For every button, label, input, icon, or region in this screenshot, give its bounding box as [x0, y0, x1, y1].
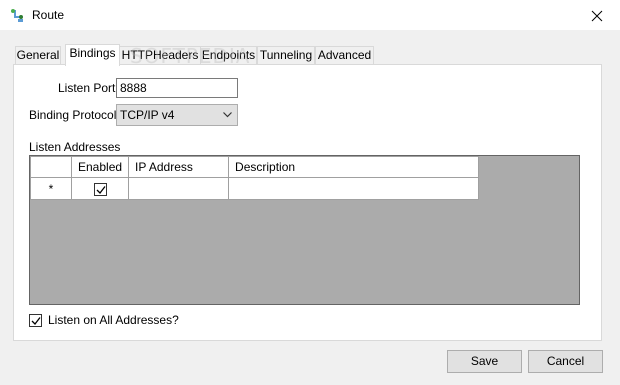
close-icon	[591, 10, 603, 21]
listen-port-label: Listen Port	[58, 81, 116, 95]
listen-port-input[interactable]: 8888	[116, 78, 238, 98]
route-app-icon	[9, 8, 25, 24]
tab-general[interactable]: General	[15, 46, 61, 65]
cancel-button[interactable]: Cancel	[528, 350, 603, 373]
enabled-checkbox[interactable]	[93, 182, 107, 196]
chevron-down-icon	[223, 112, 232, 118]
listen-all-label: Listen on All Addresses?	[48, 313, 179, 327]
watermark: SOFTPEDIA	[130, 44, 251, 68]
binding-protocol-select[interactable]: TCP/IP v4	[116, 104, 238, 126]
column-header-ip-address[interactable]: IP Address	[128, 156, 230, 178]
grid-header-row: Enabled IP Address Description	[30, 156, 480, 178]
binding-protocol-value: TCP/IP v4	[120, 108, 175, 122]
table-row: *	[30, 177, 480, 200]
close-button[interactable]	[574, 0, 620, 31]
new-row-marker[interactable]: *	[30, 177, 72, 200]
tab-advanced[interactable]: Advanced	[315, 46, 374, 65]
binding-protocol-label: Binding Protocol	[29, 108, 117, 122]
listen-addresses-label: Listen Addresses	[29, 140, 121, 154]
grid-table: Enabled IP Address Description *	[30, 156, 480, 200]
enabled-cell[interactable]	[70, 177, 130, 200]
listen-all-checkbox[interactable]	[29, 314, 42, 327]
checkmark-icon	[31, 317, 41, 325]
checkmark-icon	[96, 185, 106, 194]
listen-addresses-grid[interactable]: Enabled IP Address Description *	[29, 155, 580, 305]
column-header-description[interactable]: Description	[228, 156, 480, 178]
tab-bindings[interactable]: Bindings	[65, 44, 120, 66]
title-bar: Route	[0, 0, 620, 31]
tab-tunneling[interactable]: Tunneling	[257, 46, 315, 65]
save-button[interactable]: Save	[447, 350, 522, 373]
row-header-corner	[30, 156, 72, 178]
ip-address-cell[interactable]	[128, 177, 230, 200]
description-cell[interactable]	[228, 177, 480, 200]
column-header-enabled[interactable]: Enabled	[70, 156, 130, 178]
window-title: Route	[32, 8, 65, 22]
